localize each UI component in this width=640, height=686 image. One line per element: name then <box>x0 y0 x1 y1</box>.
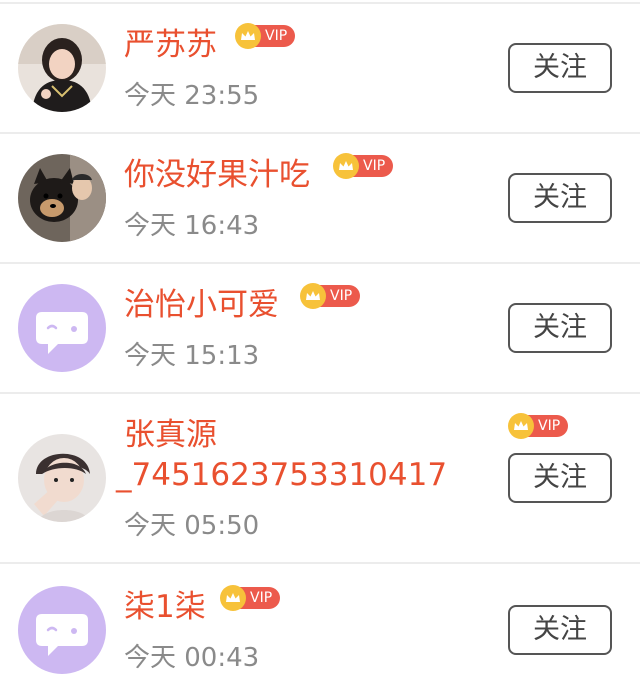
follow-button[interactable]: 关注 <box>508 173 612 223</box>
list-item[interactable]: 治怡小可爱 VIP 今天 15:13 关注 <box>0 264 640 392</box>
user-name[interactable]: 严苏苏 <box>124 26 217 64</box>
timestamp: 今天 00:43 <box>124 643 260 673</box>
vip-badge: VIP <box>220 585 281 611</box>
timestamp: 今天 23:55 <box>124 81 260 111</box>
crown-icon <box>508 413 534 439</box>
list-item[interactable]: 严苏苏 VIP 今天 23:55 关注 <box>0 4 640 132</box>
avatar[interactable] <box>18 434 106 522</box>
user-name[interactable]: 你没好果汁吃 <box>124 156 310 194</box>
vip-badge: VIP <box>333 153 394 179</box>
crown-icon <box>220 585 246 611</box>
follow-button[interactable]: 关注 <box>508 605 612 655</box>
timestamp: 今天 05:50 <box>124 511 260 541</box>
list-item[interactable]: 张真源 _7451623753310417 VIP 今天 05:50 关注 <box>0 394 640 562</box>
crown-icon <box>333 153 359 179</box>
user-name-line2: _7451623753310417 <box>116 457 448 493</box>
vip-label: VIP <box>255 25 296 47</box>
chat-bubble-icon <box>18 284 106 372</box>
user-name[interactable]: 柒1柒 <box>124 588 206 626</box>
vip-badge: VIP <box>300 283 361 309</box>
user-name[interactable]: 张真源 <box>124 416 217 454</box>
vip-label: VIP <box>240 587 281 609</box>
user-name[interactable]: 治怡小可爱 <box>124 286 279 324</box>
list-item[interactable]: 柒1柒 VIP 今天 00:43 关注 <box>0 564 640 686</box>
follow-button[interactable]: 关注 <box>508 303 612 353</box>
avatar[interactable] <box>18 284 106 372</box>
vip-badge: VIP <box>508 413 569 439</box>
chat-bubble-icon <box>18 586 106 674</box>
timestamp: 今天 15:13 <box>124 341 260 371</box>
crown-icon <box>235 23 261 49</box>
avatar[interactable] <box>18 24 106 112</box>
list-item[interactable]: 你没好果汁吃 VIP 今天 16:43 关注 <box>0 134 640 262</box>
crown-icon <box>300 283 326 309</box>
avatar[interactable] <box>18 154 106 242</box>
vip-label: VIP <box>353 155 394 177</box>
user-name-line1: 张真源 <box>124 417 217 453</box>
vip-badge: VIP <box>235 23 296 49</box>
follow-button[interactable]: 关注 <box>508 453 612 503</box>
vip-label: VIP <box>528 415 569 437</box>
follow-button[interactable]: 关注 <box>508 43 612 93</box>
user-name-suffix[interactable]: _7451623753310417 <box>116 456 447 494</box>
timestamp: 今天 16:43 <box>124 211 260 241</box>
avatar[interactable] <box>18 586 106 674</box>
vip-label: VIP <box>320 285 361 307</box>
follower-list: 严苏苏 VIP 今天 23:55 关注 你没好果汁吃 VIP 今天 16:43 … <box>0 0 640 686</box>
